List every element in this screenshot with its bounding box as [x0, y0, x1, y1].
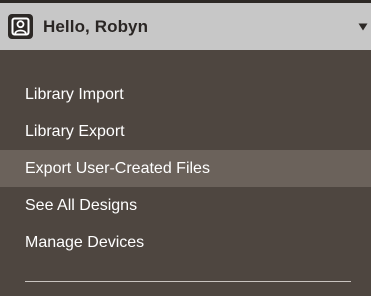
menu-items: Library Import Library Export Export Use…: [0, 76, 371, 261]
menu-item-export-user-created-files[interactable]: Export User-Created Files: [0, 150, 371, 187]
user-icon: [8, 14, 33, 39]
menu-item-manage-devices[interactable]: Manage Devices: [0, 224, 371, 261]
menu-divider: [25, 281, 351, 282]
user-menu-header[interactable]: Hello, Robyn: [0, 3, 371, 50]
menu-item-label: See All Designs: [25, 197, 138, 214]
menu-item-label: Export User-Created Files: [25, 160, 210, 177]
menu-item-label: Library Import: [25, 86, 124, 103]
user-menu: Hello, Robyn Library Import Library Expo…: [0, 0, 371, 296]
menu-item-library-export[interactable]: Library Export: [0, 113, 371, 150]
menu-item-label: Manage Devices: [25, 234, 145, 251]
menu-item-see-all-designs[interactable]: See All Designs: [0, 187, 371, 224]
menu-item-library-import[interactable]: Library Import: [0, 76, 371, 113]
menu-item-label: Library Export: [25, 123, 125, 140]
user-greeting: Hello, Robyn: [43, 16, 149, 36]
caret-down-icon[interactable]: [357, 21, 369, 33]
